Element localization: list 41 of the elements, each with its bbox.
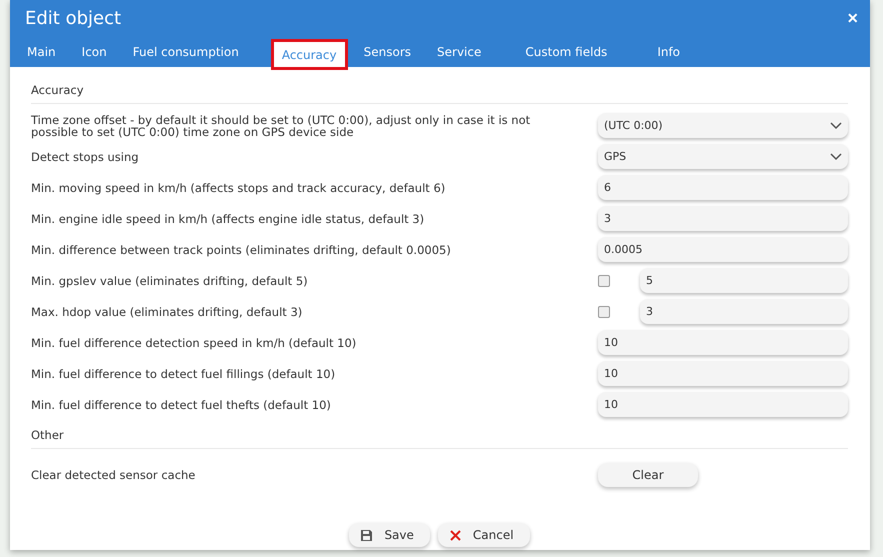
field-label: Clear detected sensor cache [31,469,196,481]
window-title: Edit object [25,8,122,28]
dropdown[interactable]: (UTC 0:00) [598,113,848,138]
tab[interactable]: Service [430,36,488,67]
input-field[interactable]: 0.0005 [598,237,848,262]
input-field[interactable]: 3 [598,206,848,231]
field-label: Min. moving speed in km/h (affects stops and track accuracy, default 6) [31,182,446,194]
input-field[interactable]: 3 [640,299,848,324]
field-label: Min. gpslev value (eliminates drifting, default 5) [31,274,309,286]
tab[interactable]: Icon [74,36,114,67]
clear-button[interactable]: Clear [598,463,698,487]
field-label: Min. fuel difference detection speed in km/h (default 10) [31,336,358,348]
checkbox[interactable] [598,306,610,318]
field-label: Min. fuel difference to detect fuel thefts (default 10) [31,398,332,410]
field-label: Min. fuel difference to detect fuel fillings (default 10) [31,368,336,380]
chevron-down-icon [830,122,842,130]
field-label: Min. difference between track points (eliminates drifting, default 0.0005) [31,244,452,256]
field-label: Min. engine idle speed in km/h (affects engine idle status, default 3) [31,212,426,224]
close-icon [450,530,461,540]
section-title: Other [31,420,848,449]
tab[interactable]: Info [650,36,688,67]
save-button[interactable]: Save [349,523,430,547]
tab[interactable]: Accuracy [274,42,345,67]
close-button[interactable]: × [847,8,858,28]
tab[interactable]: Fuel consumption [126,36,246,67]
input-field[interactable]: 6 [598,175,848,200]
field-label: Max. hdop value (eliminates drifting, default 3) [31,306,304,318]
section-title: Accuracy [31,75,848,104]
tab[interactable]: Custom fields [518,36,614,67]
field-label: Detect stops using [31,150,140,162]
input-field[interactable]: 10 [598,392,848,417]
input-field[interactable]: 10 [598,361,848,386]
input-field[interactable]: 10 [598,330,848,355]
tab[interactable]: Sensors [356,36,418,67]
input-field[interactable]: 5 [640,268,848,293]
cancel-button[interactable]: Cancel [438,523,530,547]
tab[interactable]: Main [20,36,63,67]
checkbox[interactable] [598,274,610,286]
dropdown[interactable]: GPS [598,144,848,169]
field-label: Time zone offset - by default it should be set to (UTC 0:00), adjust only in case it is not possible to set (UTC 0:00) time zone on GPS device side [31,114,532,138]
chevron-down-icon [830,152,842,160]
